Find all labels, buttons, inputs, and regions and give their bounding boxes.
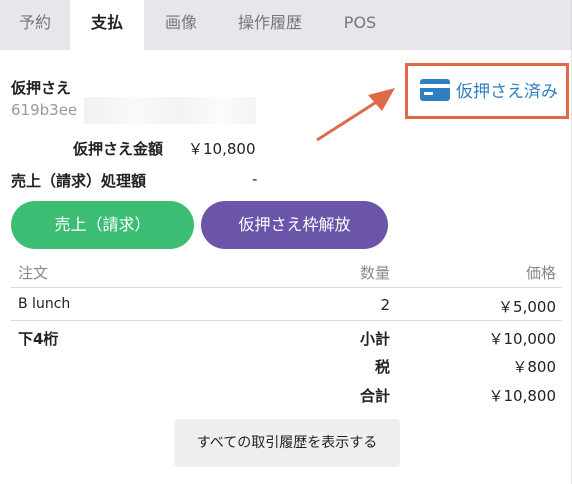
release-hold-button[interactable]: 仮押さえ枠解放 [201, 201, 388, 249]
row-price: ￥5,000 [498, 298, 556, 316]
divider [11, 320, 562, 321]
divider [11, 287, 562, 288]
total-value: ￥10,800 [488, 387, 557, 405]
subtotal-value: ￥10,000 [488, 330, 557, 348]
total-label: 合計 [359, 387, 390, 405]
show-all-history-button[interactable]: すべての取引履歴を表示する [174, 419, 400, 467]
column-header-item: 注文 [18, 264, 49, 282]
tax-value: ￥800 [512, 358, 556, 376]
column-header-price: 価格 [525, 264, 556, 282]
column-header-qty: 数量 [359, 264, 390, 282]
tax-label: 税 [374, 358, 390, 376]
last4-label: 下4桁 [18, 330, 59, 348]
row-item-name: B lunch [18, 296, 71, 312]
sales-button[interactable]: 売上（請求） [11, 201, 194, 249]
subtotal-label: 小計 [359, 330, 390, 348]
row-qty: 2 [380, 296, 390, 314]
